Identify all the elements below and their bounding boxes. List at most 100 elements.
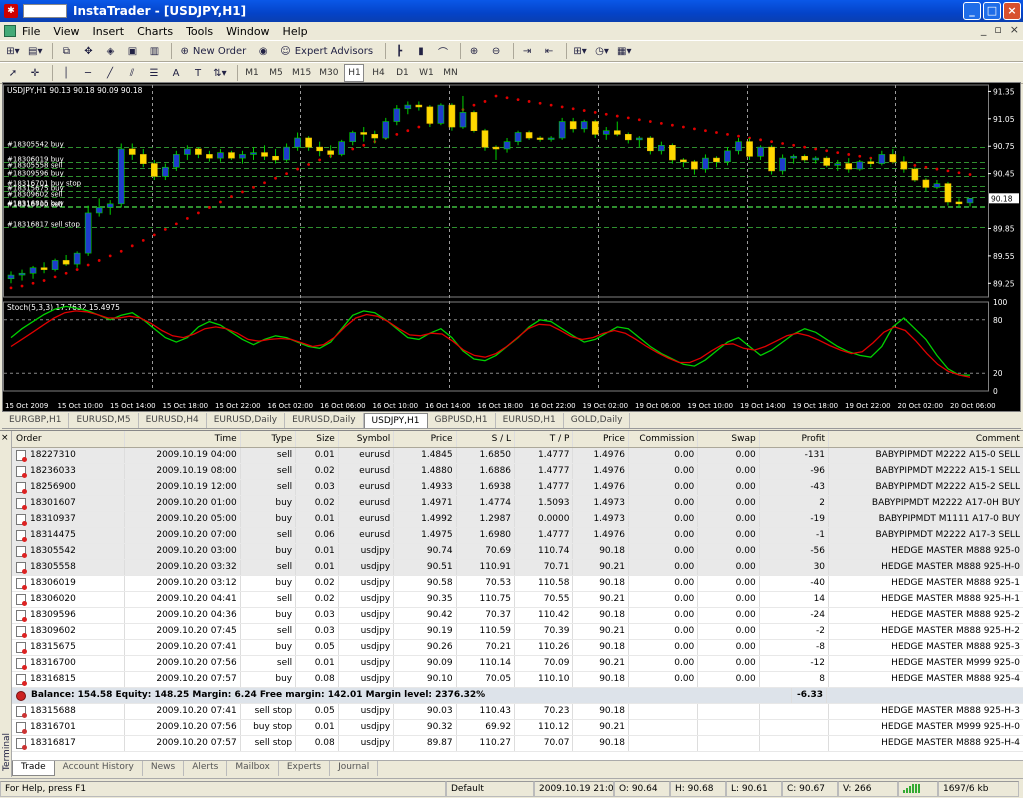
terminal-icon[interactable]: ▣ <box>123 42 141 60</box>
pending-order-row[interactable]: 18315688 2009.10.20 07:41 sell stop 0.05 usd… <box>12 704 1023 720</box>
candlestick-icon[interactable]: ▮ <box>412 42 430 60</box>
order-row[interactable]: 18236033 2009.10.19 08:00 sell 0.02 eurusd 1.… <box>12 464 1023 480</box>
new-chart-icon[interactable]: ⊞▾ <box>4 42 22 60</box>
bar-chart-icon[interactable]: ┣ <box>390 42 408 60</box>
indicators-icon[interactable]: ⊞▾ <box>571 42 589 60</box>
chart-tab[interactable]: EURUSD,M5 <box>69 413 139 428</box>
tester-icon[interactable]: ▥ <box>145 42 163 60</box>
navigator-icon[interactable]: ✥ <box>79 42 97 60</box>
horizontal-line-icon[interactable]: ─ <box>79 64 97 82</box>
terminal-tab-alerts[interactable]: Alerts <box>184 761 228 776</box>
chart-shift-icon[interactable]: ⇤ <box>540 42 558 60</box>
new-order-button[interactable]: ⊕ New Order <box>176 42 250 60</box>
timeframe-mn[interactable]: MN <box>440 64 460 82</box>
data-window-icon[interactable]: ◈ <box>101 42 119 60</box>
periods-icon[interactable]: ◷▾ <box>593 42 611 60</box>
menu-window[interactable]: Window <box>226 25 269 38</box>
text-label-icon[interactable]: T <box>189 64 207 82</box>
column-header[interactable]: Swap <box>698 431 760 447</box>
order-row[interactable]: 18309602 2009.10.20 07:45 sell 0.03 usdjpy 90… <box>12 624 1023 640</box>
column-header[interactable]: Order <box>12 431 125 447</box>
arrows-icon[interactable]: ⇅▾ <box>211 64 229 82</box>
chart-tab[interactable]: GBPUSD,H1 <box>428 413 496 428</box>
timeframe-m1[interactable]: M1 <box>242 64 262 82</box>
order-row[interactable]: 18306019 2009.10.20 03:12 buy 0.02 usdjpy 90.… <box>12 576 1023 592</box>
menu-file[interactable]: File <box>22 25 40 38</box>
trendline-icon[interactable]: ╱ <box>101 64 119 82</box>
order-row[interactable]: 18316700 2009.10.20 07:56 sell 0.01 usdjpy 90… <box>12 656 1023 672</box>
order-row[interactable]: 18305542 2009.10.20 03:00 buy 0.01 usdjpy 90.… <box>12 544 1023 560</box>
timeframe-h4[interactable]: H4 <box>368 64 388 82</box>
zoom-in-icon[interactable]: ⊕ <box>465 42 483 60</box>
expert-advisors-button[interactable]: ☺ Expert Advisors <box>276 42 377 60</box>
line-chart-icon[interactable]: ⌒ <box>434 42 452 60</box>
order-row[interactable]: 18227310 2009.10.19 04:00 sell 0.01 eurusd 1.… <box>12 448 1023 464</box>
timeframe-m30[interactable]: M30 <box>317 64 340 82</box>
menu-charts[interactable]: Charts <box>137 25 173 38</box>
minimize-button[interactable]: _ <box>963 2 981 20</box>
timeframe-w1[interactable]: W1 <box>416 64 436 82</box>
column-header[interactable]: Price <box>394 431 457 447</box>
terminal-tab-mailbox[interactable]: Mailbox <box>227 761 279 776</box>
terminal-tab-account-history[interactable]: Account History <box>55 761 143 776</box>
cursor-icon[interactable]: ➚ <box>4 64 22 82</box>
metaeditor-icon[interactable]: ◉ <box>254 42 272 60</box>
timeframe-d1[interactable]: D1 <box>392 64 412 82</box>
terminal-tab-trade[interactable]: Trade <box>12 761 55 776</box>
vertical-line-icon[interactable]: │ <box>57 64 75 82</box>
menu-tools[interactable]: Tools <box>186 25 213 38</box>
chart-tab[interactable]: EURUSD,Daily <box>285 413 364 428</box>
pending-order-row[interactable]: 18316817 2009.10.20 07:57 sell stop 0.08 usd… <box>12 736 1023 752</box>
chart-tab[interactable]: EURUSD,Daily <box>207 413 286 428</box>
column-header[interactable]: Price <box>573 431 629 447</box>
chart-tab[interactable]: GOLD,Daily <box>564 413 631 428</box>
maximize-button[interactable]: □ <box>983 2 1001 20</box>
profiles-icon[interactable]: ▤▾ <box>26 42 44 60</box>
order-row[interactable]: 18316815 2009.10.20 07:57 buy 0.08 usdjpy 90.… <box>12 672 1023 688</box>
order-row[interactable]: 18310937 2009.10.20 05:00 buy 0.01 eurusd 1.4… <box>12 512 1023 528</box>
chart-tab-active[interactable]: USDJPY,H1 <box>363 413 428 428</box>
templates-icon[interactable]: ▦▾ <box>615 42 633 60</box>
pending-order-row[interactable]: 18316701 2009.10.20 07:56 buy stop 0.01 usdj… <box>12 720 1023 736</box>
chart-tab[interactable]: EURUSD,H4 <box>139 413 207 428</box>
chart-tab[interactable]: EURGBP,H1 <box>2 413 70 428</box>
chart-window[interactable]: #18305542 buy #18306019 buy #18305558 sell… <box>2 82 1021 412</box>
text-icon[interactable]: A <box>167 64 185 82</box>
crosshair-icon[interactable]: ✛ <box>26 64 44 82</box>
column-header[interactable]: Profit <box>760 431 830 447</box>
menu-view[interactable]: View <box>53 25 79 38</box>
fibonacci-icon[interactable]: ☰ <box>145 64 163 82</box>
timeframe-m5[interactable]: M5 <box>266 64 286 82</box>
timeframe-m15[interactable]: M15 <box>290 64 313 82</box>
order-row[interactable]: 18301607 2009.10.20 01:00 buy 0.02 eurusd 1.4… <box>12 496 1023 512</box>
mdi-minimize-icon[interactable]: _ <box>981 23 987 36</box>
order-row[interactable]: 18315675 2009.10.20 07:41 buy 0.05 usdjpy 90.… <box>12 640 1023 656</box>
mdi-restore-icon[interactable]: ▫ <box>994 23 1001 36</box>
document-icon[interactable] <box>4 25 16 37</box>
market-watch-icon[interactable]: ⧉ <box>57 42 75 60</box>
order-row[interactable]: 18256900 2009.10.19 12:00 sell 0.03 eurusd 1.… <box>12 480 1023 496</box>
timeframe-h1[interactable]: H1 <box>344 64 365 82</box>
channel-icon[interactable]: ⫽ <box>123 64 141 82</box>
zoom-out-icon[interactable]: ⊖ <box>487 42 505 60</box>
mdi-close-icon[interactable]: × <box>1010 23 1019 36</box>
title-bar[interactable]: ✱ InstaTrader - [USDJPY,H1] _ □ × <box>0 0 1023 22</box>
column-header[interactable]: Commission <box>629 431 699 447</box>
order-row[interactable]: 18305558 2009.10.20 03:32 sell 0.01 usdjpy 90… <box>12 560 1023 576</box>
order-row[interactable]: 18309596 2009.10.20 04:36 buy 0.03 usdjpy 90.… <box>12 608 1023 624</box>
menu-insert[interactable]: Insert <box>93 25 125 38</box>
column-header[interactable]: Size <box>296 431 339 447</box>
column-header[interactable]: T / P <box>515 431 574 447</box>
order-row[interactable]: 18314475 2009.10.20 07:00 sell 0.06 eurusd 1.… <box>12 528 1023 544</box>
terminal-tab-journal[interactable]: Journal <box>330 761 379 776</box>
column-header[interactable]: Time <box>125 431 241 447</box>
close-button[interactable]: × <box>1003 2 1021 20</box>
column-header[interactable]: Symbol <box>339 431 395 447</box>
column-header[interactable]: Type <box>241 431 297 447</box>
terminal-close-icon[interactable]: × <box>1 433 9 443</box>
auto-scroll-icon[interactable]: ⇥ <box>518 42 536 60</box>
order-row[interactable]: 18306020 2009.10.20 04:41 sell 0.02 usdjpy 90… <box>12 592 1023 608</box>
menu-help[interactable]: Help <box>283 25 308 38</box>
column-header[interactable]: Comment <box>829 431 1023 447</box>
price-chart[interactable]: #18305542 buy#18306019 buy#18305558 sell… <box>3 83 1020 411</box>
